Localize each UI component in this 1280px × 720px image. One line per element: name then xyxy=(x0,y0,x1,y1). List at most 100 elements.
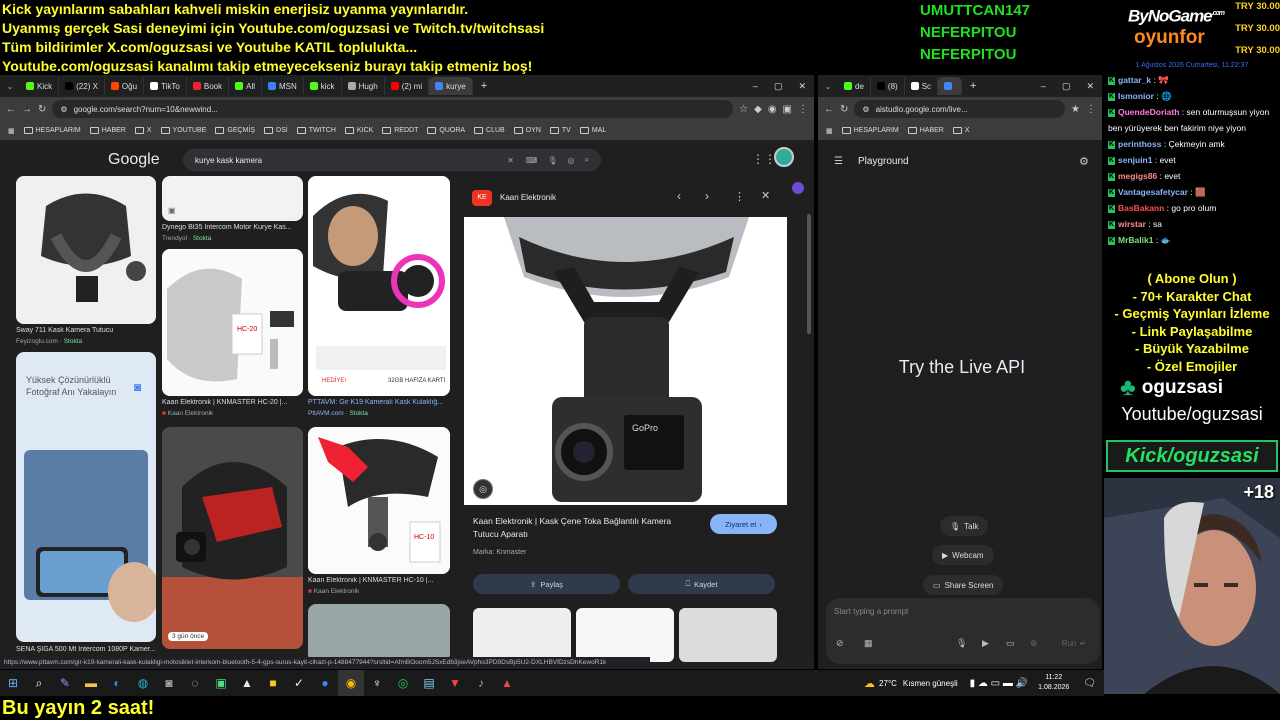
avatar[interactable] xyxy=(774,147,794,167)
bookmark-item[interactable]: HABER xyxy=(89,127,126,134)
app-icon[interactable]: ▣ xyxy=(208,670,234,696)
bookmark-item[interactable]: KICK xyxy=(344,127,373,134)
browser-tab[interactable]: (2) mi xyxy=(385,77,430,95)
mic-icon[interactable]: 🎙 xyxy=(956,638,967,649)
clock[interactable]: 11:22 1.08.2026 xyxy=(1038,673,1069,693)
prev-arrow-icon[interactable]: ‹ xyxy=(677,189,681,203)
browser-tab[interactable]: Oğu xyxy=(105,77,145,95)
related-image[interactable] xyxy=(473,608,571,662)
app-icon[interactable]: ♆ xyxy=(364,670,390,696)
maximize-icon[interactable]: ▢ xyxy=(766,81,791,92)
chat-username[interactable]: QuendeDoriath xyxy=(1118,107,1179,117)
weather-temp[interactable]: 27°C xyxy=(879,679,897,688)
prompt-box[interactable]: Start typing a prompt ⊘ ▦ 🎙 ▶ ▭ ⊕ Run ↵ xyxy=(826,598,1100,664)
browser-tab[interactable]: Hugh xyxy=(342,77,385,95)
apps-grid-icon[interactable]: ⋮⋮ xyxy=(752,152,776,166)
bookmark-item[interactable]: OYN xyxy=(513,127,541,134)
new-tab-icon[interactable]: + xyxy=(473,80,495,92)
preview-title[interactable]: Kaan Elektronik | Kask Çene Toka Bağlant… xyxy=(473,515,693,541)
result-image[interactable] xyxy=(308,604,450,662)
keyboard-icon[interactable]: ⌨ xyxy=(526,156,538,165)
search-icon[interactable]: ⌕ xyxy=(26,670,52,696)
app-icon[interactable]: ▲ xyxy=(234,670,260,696)
result-image[interactable]: Yüksek Çözünürlüklü Fotoğraf Anı Yakalayı… xyxy=(16,352,156,642)
app-icon[interactable]: ▤ xyxy=(416,670,442,696)
result-caption[interactable]: Kaan Elektronik | KNMASTER HC-10 |... xyxy=(308,577,433,584)
result-image[interactable]: ▣ xyxy=(162,176,303,221)
chrome-icon[interactable]: ◉ xyxy=(338,670,364,696)
music-icon[interactable]: ♪ xyxy=(468,670,494,696)
weather-desc[interactable]: Kısmen güneşli xyxy=(903,679,958,688)
bookmark-item[interactable]: CLUB xyxy=(474,127,505,134)
browser-tab[interactable]: All xyxy=(229,77,262,95)
app-icon[interactable]: ◐ xyxy=(104,670,130,696)
minimize-icon[interactable]: – xyxy=(1033,81,1054,91)
close-icon[interactable]: ✕ xyxy=(761,189,770,202)
share-button[interactable]: ⇪ Paylaş xyxy=(473,574,620,594)
app-icon[interactable]: ✎ xyxy=(52,670,78,696)
result-image[interactable]: HC-10 xyxy=(308,427,450,574)
bookmark-item[interactable]: HESAPLARIM xyxy=(841,127,899,134)
back-icon[interactable]: ← xyxy=(6,104,16,115)
clear-icon[interactable]: ✕ xyxy=(507,156,514,165)
app-icon[interactable]: ◎ xyxy=(390,670,416,696)
settings-tune-icon[interactable]: ⚙ xyxy=(1079,155,1089,168)
result-caption[interactable]: Dynego Bt35 Intercom Motor Kurye Kas... xyxy=(162,224,292,231)
chat-username[interactable]: Ismonior xyxy=(1118,91,1154,101)
tab-search-icon[interactable]: ⌄ xyxy=(0,82,20,91)
menu-icon[interactable]: ⋮ xyxy=(798,104,808,115)
notes-icon[interactable]: ■ xyxy=(260,670,286,696)
minimize-icon[interactable]: – xyxy=(745,81,766,91)
chat-username[interactable]: wirstar xyxy=(1118,219,1146,229)
next-arrow-icon[interactable]: › xyxy=(705,189,709,203)
related-image[interactable] xyxy=(576,608,674,662)
bookmark-item[interactable]: QUORA xyxy=(427,127,465,134)
preview-image[interactable]: GoPro xyxy=(464,217,787,505)
tab-search-icon[interactable]: ⌄ xyxy=(818,82,838,91)
video-icon[interactable]: ▶ xyxy=(982,638,989,649)
tray-icons[interactable]: ▮ ☁ ▭ ▬ 🔊 xyxy=(970,678,1029,689)
vivaldi-icon[interactable]: ▼ xyxy=(442,670,468,696)
address-bar[interactable]: ⚙ aistudio.google.com/live... xyxy=(854,100,1066,118)
weather-icon[interactable]: ☁ xyxy=(864,677,875,690)
browser-tab[interactable] xyxy=(938,77,963,95)
extension-icon[interactable]: ▣ xyxy=(783,104,792,115)
close-window-icon[interactable]: ✕ xyxy=(1078,81,1102,92)
back-icon[interactable]: ← xyxy=(824,104,834,115)
close-window-icon[interactable]: ✕ xyxy=(790,81,814,92)
related-image[interactable] xyxy=(679,608,777,662)
talk-button[interactable]: 🎙 Talk xyxy=(940,516,989,536)
scrollbar[interactable] xyxy=(807,214,811,334)
maximize-icon[interactable]: ▢ xyxy=(1054,81,1079,92)
bookmark-star-icon[interactable]: ☆ xyxy=(739,104,748,115)
chat-username[interactable]: gattar_k xyxy=(1118,75,1151,85)
result-image[interactable]: HC-20 xyxy=(162,249,303,396)
apps-grid-icon[interactable]: ▦ xyxy=(8,127,15,135)
chat-username[interactable]: perinthoss xyxy=(1118,139,1161,149)
save-button[interactable]: ⎕ Kaydet xyxy=(628,574,775,594)
bookmark-item[interactable]: YOUTUBE xyxy=(160,127,206,134)
browser-tab[interactable]: kick xyxy=(304,77,342,95)
extension-icon[interactable]: ◆ xyxy=(754,104,762,115)
chat-username[interactable]: MrBalik1 xyxy=(1118,235,1153,245)
bookmark-item[interactable]: X xyxy=(952,127,970,134)
file-explorer-icon[interactable]: ▬ xyxy=(78,670,104,696)
bookmark-item[interactable]: TWITCH xyxy=(296,127,336,134)
address-bar[interactable]: ⚙ google.com/search?num=10&newwind... xyxy=(52,100,734,118)
run-button[interactable]: Run ↵ xyxy=(1054,635,1094,651)
result-image[interactable] xyxy=(16,176,156,324)
visit-button[interactable]: Ziyaret et › xyxy=(710,514,777,534)
browser-tab[interactable]: MSN xyxy=(262,77,304,95)
chat-username[interactable]: senjuin1 xyxy=(1118,155,1152,165)
browser-tab[interactable]: Sc xyxy=(905,77,939,95)
reload-icon[interactable]: ↻ xyxy=(38,104,46,115)
bookmark-item[interactable]: TV xyxy=(549,127,571,134)
result-caption[interactable]: PTTAVM: Gir K19 Kameralı Kask Kulaklığ..… xyxy=(308,399,443,406)
browser-tab[interactable]: (22) X xyxy=(59,77,105,95)
chat-username[interactable]: BasBakann xyxy=(1118,203,1164,213)
browser-tab[interactable]: Kick xyxy=(20,77,60,95)
result-image[interactable]: 3 gün önce xyxy=(162,427,303,649)
bookmark-item[interactable]: REDDT xyxy=(382,127,418,134)
bookmark-item[interactable]: X xyxy=(134,127,152,134)
bookmark-star-icon[interactable]: ★ xyxy=(1071,104,1080,115)
